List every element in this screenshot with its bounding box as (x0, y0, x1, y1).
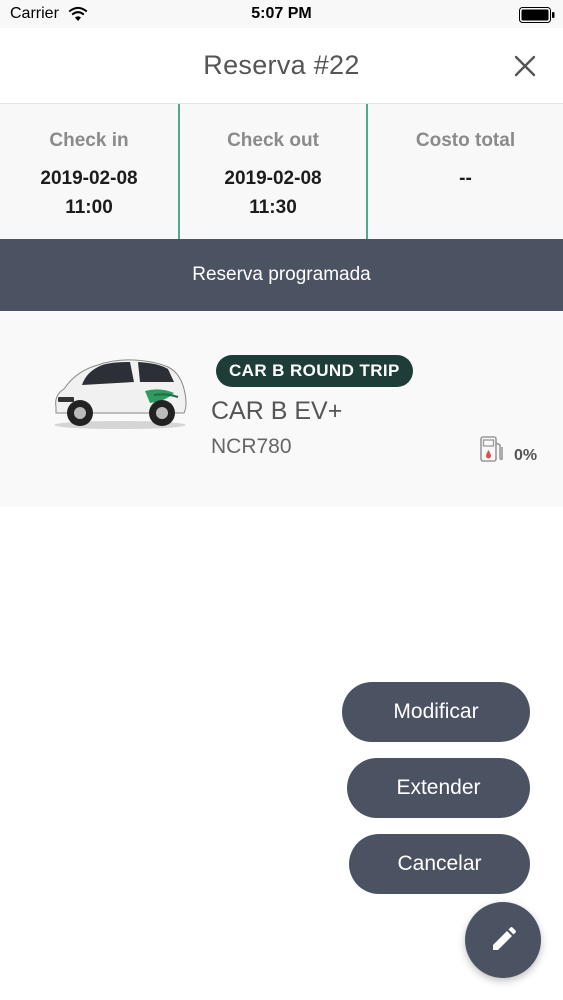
pencil-icon (493, 927, 516, 950)
check-in-cell: Check in 2019-02-08 11:00 (0, 104, 180, 239)
total-cost-value: -- (459, 168, 472, 189)
check-in-value: 2019-02-08 11:00 (0, 164, 178, 222)
battery-icon (519, 7, 555, 23)
header: Reserva #22 (0, 28, 563, 104)
clock: 5:07 PM (251, 5, 312, 22)
edit-fab-button[interactable] (465, 902, 541, 978)
total-cost-cell: Costo total -- (368, 104, 563, 239)
check-out-time: 11:30 (249, 197, 297, 218)
car-card[interactable]: CAR B ROUND TRIP CAR B EV+ NCR780 0% (0, 311, 563, 507)
fuel-pump-icon (480, 436, 503, 462)
car-plate: NCR780 (211, 435, 292, 458)
extend-button[interactable]: Extender (347, 758, 530, 818)
check-out-cell: Check out 2019-02-08 11:30 (180, 104, 368, 239)
trip-type-badge: CAR B ROUND TRIP (216, 355, 413, 387)
check-out-date: 2019-02-08 (224, 168, 322, 189)
check-in-time: 11:00 (65, 197, 113, 218)
cancel-button[interactable]: Cancelar (349, 834, 530, 894)
car-model: CAR B EV+ (211, 397, 343, 425)
check-out-value: 2019-02-08 11:30 (180, 164, 366, 222)
fuel-level: 0% (514, 447, 538, 464)
modify-button[interactable]: Modificar (342, 682, 530, 742)
page-title: Reserva #22 (203, 50, 360, 80)
status-banner: Reserva programada (0, 239, 563, 311)
check-out-label: Check out (227, 130, 319, 151)
total-cost-label: Costo total (415, 130, 516, 151)
status-bar: Carrier 5:07 PM (0, 0, 563, 28)
check-in-label: Check in (49, 130, 129, 151)
check-in-date: 2019-02-08 (40, 168, 138, 189)
reservation-info: Check in 2019-02-08 11:00 Check out 2019… (0, 104, 563, 239)
close-icon[interactable] (509, 50, 541, 82)
car-image (54, 359, 187, 429)
